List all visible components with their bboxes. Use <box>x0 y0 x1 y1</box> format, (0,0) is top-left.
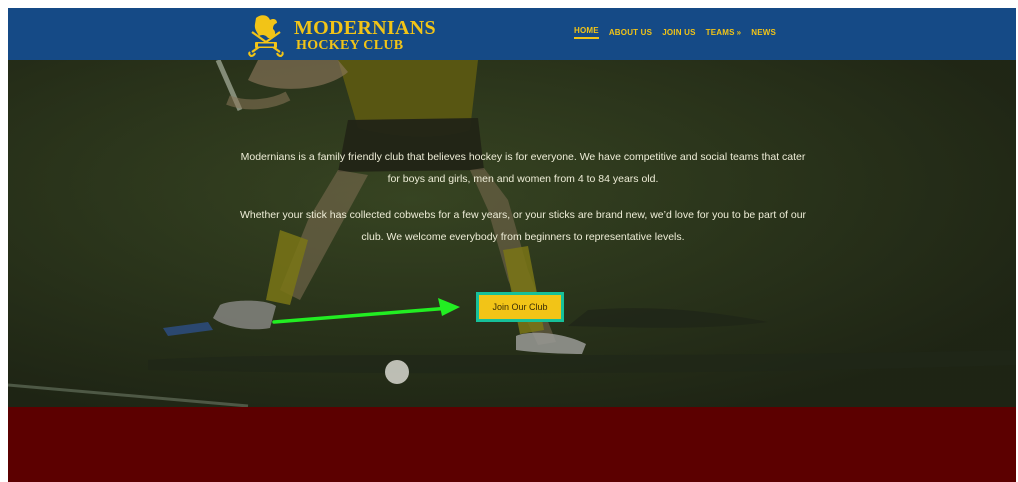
crest-icon <box>248 15 284 58</box>
brand-text: MODERNIANS HOCKEY CLUB <box>294 18 436 53</box>
nav-item-teams[interactable]: TEAMS» <box>706 28 742 37</box>
hero-section: Modernians is a family friendly club tha… <box>8 60 1016 407</box>
brand-name-line2: HOCKEY CLUB <box>296 37 404 53</box>
footer-band <box>8 407 1016 482</box>
hero-paragraph-1: Modernians is a family friendly club tha… <box>240 151 806 185</box>
join-our-club-button[interactable]: Join Our Club <box>476 292 564 322</box>
chevron-down-icon: » <box>736 28 742 37</box>
nav-item-about-us[interactable]: ABOUT US <box>609 28 652 37</box>
page-frame: MODERNIANS HOCKEY CLUB HOME ABOUT US JOI… <box>8 8 1016 482</box>
hero-paragraph-2: Whether your stick has collected cobwebs… <box>239 209 807 243</box>
nav-item-news[interactable]: NEWS <box>751 28 776 37</box>
brand-name-line1: MODERNIANS <box>294 16 436 39</box>
site-logo[interactable]: MODERNIANS HOCKEY CLUB <box>246 11 436 59</box>
site-header: MODERNIANS HOCKEY CLUB HOME ABOUT US JOI… <box>8 8 1016 60</box>
nav-item-teams-label: TEAMS <box>705 28 735 37</box>
hero-intro-text: Modernians is a family friendly club tha… <box>238 146 808 262</box>
main-nav: HOME ABOUT US JOIN US TEAMS» NEWS <box>574 26 786 39</box>
nav-item-home[interactable]: HOME <box>574 26 599 39</box>
nav-item-join-us[interactable]: JOIN US <box>662 28 695 37</box>
